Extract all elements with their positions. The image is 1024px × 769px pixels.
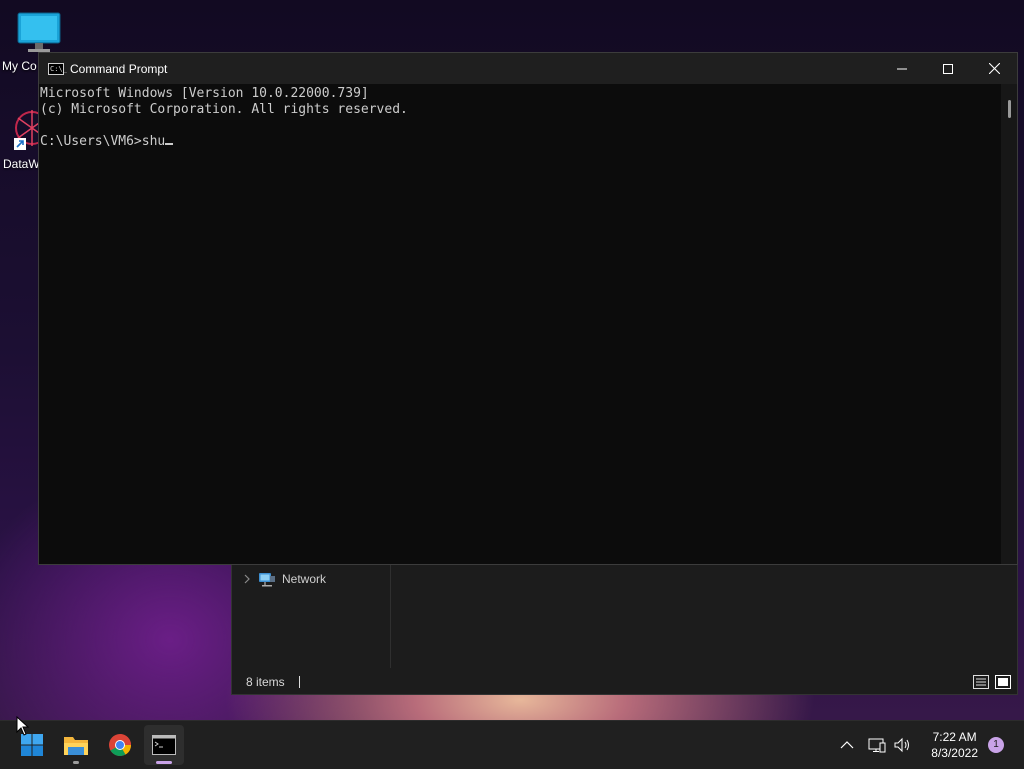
chevron-right-icon[interactable] xyxy=(242,574,252,584)
monitor-icon xyxy=(17,12,61,52)
console-line-empty: ​ xyxy=(40,118,1001,134)
desktop-icon-label: My Co xyxy=(2,59,37,73)
taskbar-app-file-explorer[interactable] xyxy=(56,725,96,765)
system-tray xyxy=(840,721,912,769)
notification-badge[interactable]: 1 xyxy=(988,737,1004,753)
title-bar[interactable]: C:\_ Command Prompt xyxy=(39,53,1017,84)
maximize-button[interactable] xyxy=(925,53,971,84)
terminal-icon: C:\_ xyxy=(48,62,67,75)
console-line: (c) Microsoft Corporation. All rights re… xyxy=(40,102,408,117)
taskbar: 7:22 AM 8/3/2022 1 xyxy=(0,720,1024,769)
status-bar: 8 items xyxy=(232,670,1017,694)
console-line: Microsoft Windows [Version 10.0.22000.73… xyxy=(40,86,369,101)
file-explorer-window: Network 8 items xyxy=(231,562,1018,695)
close-icon xyxy=(988,63,1000,74)
mouse-cursor-icon xyxy=(16,716,30,736)
network-icon xyxy=(259,573,275,587)
details-view-icon[interactable] xyxy=(973,675,989,689)
nav-item-label: Network xyxy=(282,572,327,586)
active-indicator xyxy=(156,761,172,764)
clock-date: 8/3/2022 xyxy=(931,746,978,760)
scrollbar-thumb[interactable] xyxy=(1008,100,1011,118)
close-button[interactable] xyxy=(971,53,1017,84)
minimize-icon xyxy=(897,68,907,69)
running-indicator xyxy=(73,761,79,764)
chevron-up-icon[interactable] xyxy=(840,740,854,750)
chrome-icon xyxy=(109,734,131,756)
taskbar-app-command-prompt[interactable] xyxy=(144,725,184,765)
large-icons-view-icon[interactable] xyxy=(995,675,1011,689)
desktop-icon-label: DataW xyxy=(3,157,40,171)
command-prompt-window[interactable]: C:\_ Command Prompt Microsoft Windows [V… xyxy=(38,52,1018,565)
clock-time: 7:22 AM xyxy=(932,730,977,744)
windows-start-icon xyxy=(21,734,43,756)
text-cursor xyxy=(165,143,174,145)
terminal-icon xyxy=(152,735,176,755)
taskbar-clock[interactable]: 7:22 AM 8/3/2022 xyxy=(931,729,978,761)
command-input[interactable]: C:\Users\VM6>shu xyxy=(40,134,165,149)
taskbar-app-chrome[interactable] xyxy=(100,725,140,765)
status-divider xyxy=(298,676,300,688)
network-status-icon[interactable] xyxy=(868,737,886,753)
nav-item-network[interactable]: Network xyxy=(242,571,326,587)
items-count: 8 items xyxy=(246,675,285,689)
maximize-icon xyxy=(943,63,953,74)
vertical-scrollbar[interactable] xyxy=(1001,84,1017,564)
folder-icon xyxy=(64,737,88,755)
console-output[interactable]: Microsoft Windows [Version 10.0.22000.73… xyxy=(39,84,1001,564)
minimize-button[interactable] xyxy=(879,53,925,84)
volume-icon[interactable] xyxy=(894,737,912,753)
console-prompt-line: C:\Users\VM6>shu xyxy=(40,134,1001,150)
navigation-pane: Network xyxy=(232,563,391,668)
window-title: Command Prompt xyxy=(70,61,168,76)
